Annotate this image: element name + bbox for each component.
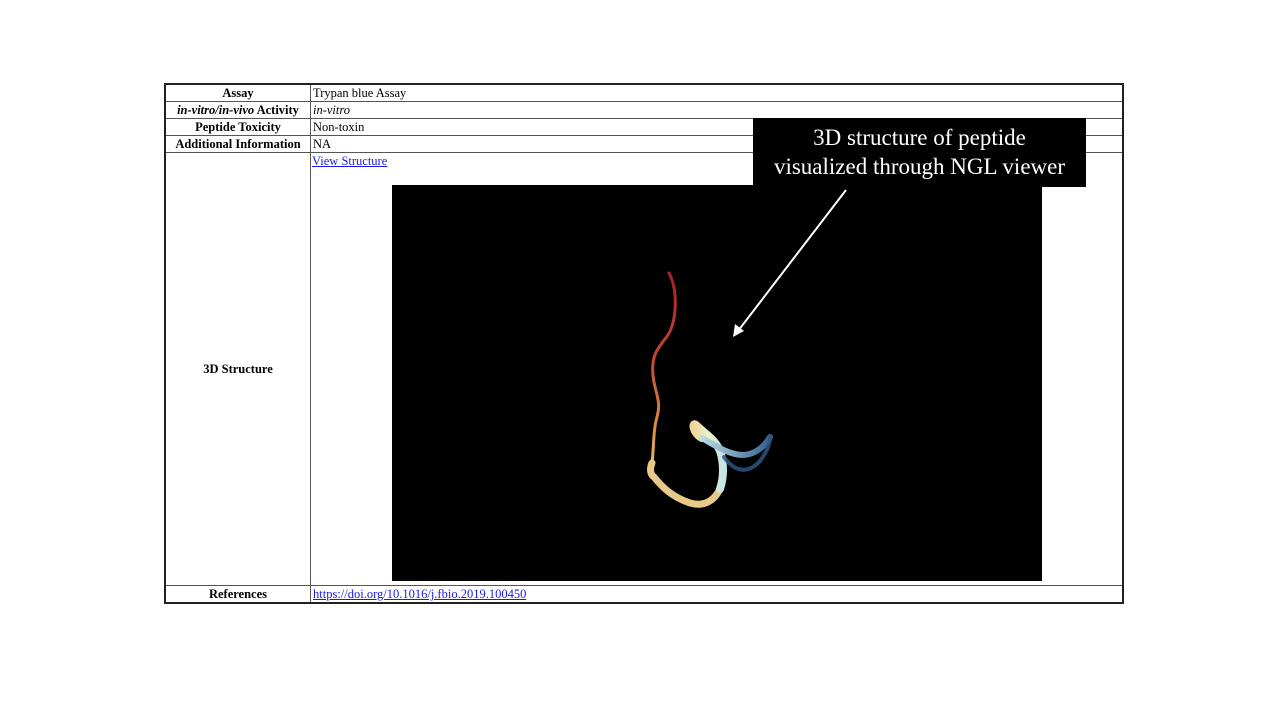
structure-label: 3D Structure [164,152,311,586]
toxicity-label: Peptide Toxicity [164,118,311,136]
assay-value: Trypan blue Assay [310,83,1124,102]
additional-info-label: Additional Information [164,135,311,153]
structure-cell: View Structure [310,152,1124,586]
annotation-line-1: 3D structure of peptide [813,125,1026,150]
assay-label: Assay [164,83,311,102]
reference-doi-link[interactable]: https://doi.org/10.1016/j.fbio.2019.1004… [313,587,526,601]
view-structure-link[interactable]: View Structure [312,153,387,169]
references-value: https://doi.org/10.1016/j.fbio.2019.1004… [310,585,1124,604]
activity-value: in-vitro [310,101,1124,119]
annotation-line-2: visualized through NGL viewer [773,154,1066,179]
annotation-callout: 3D structure of peptide visualized throu… [753,118,1086,187]
ngl-viewer-canvas[interactable] [392,185,1042,581]
table-row: 3D Structure View Structure [164,152,1124,586]
activity-label-rest: Activity [254,103,299,117]
references-label: References [164,585,311,604]
activity-label-italic: in-vitro/in-vivo [177,103,255,117]
table-row: Assay Trypan blue Assay [164,83,1124,102]
table-row: in-vitro/in-vivo Activity in-vitro [164,101,1124,119]
activity-label: in-vitro/in-vivo Activity [164,101,311,119]
peptide-ribbon-render [647,271,773,508]
table-row: References https://doi.org/10.1016/j.fbi… [164,585,1124,604]
